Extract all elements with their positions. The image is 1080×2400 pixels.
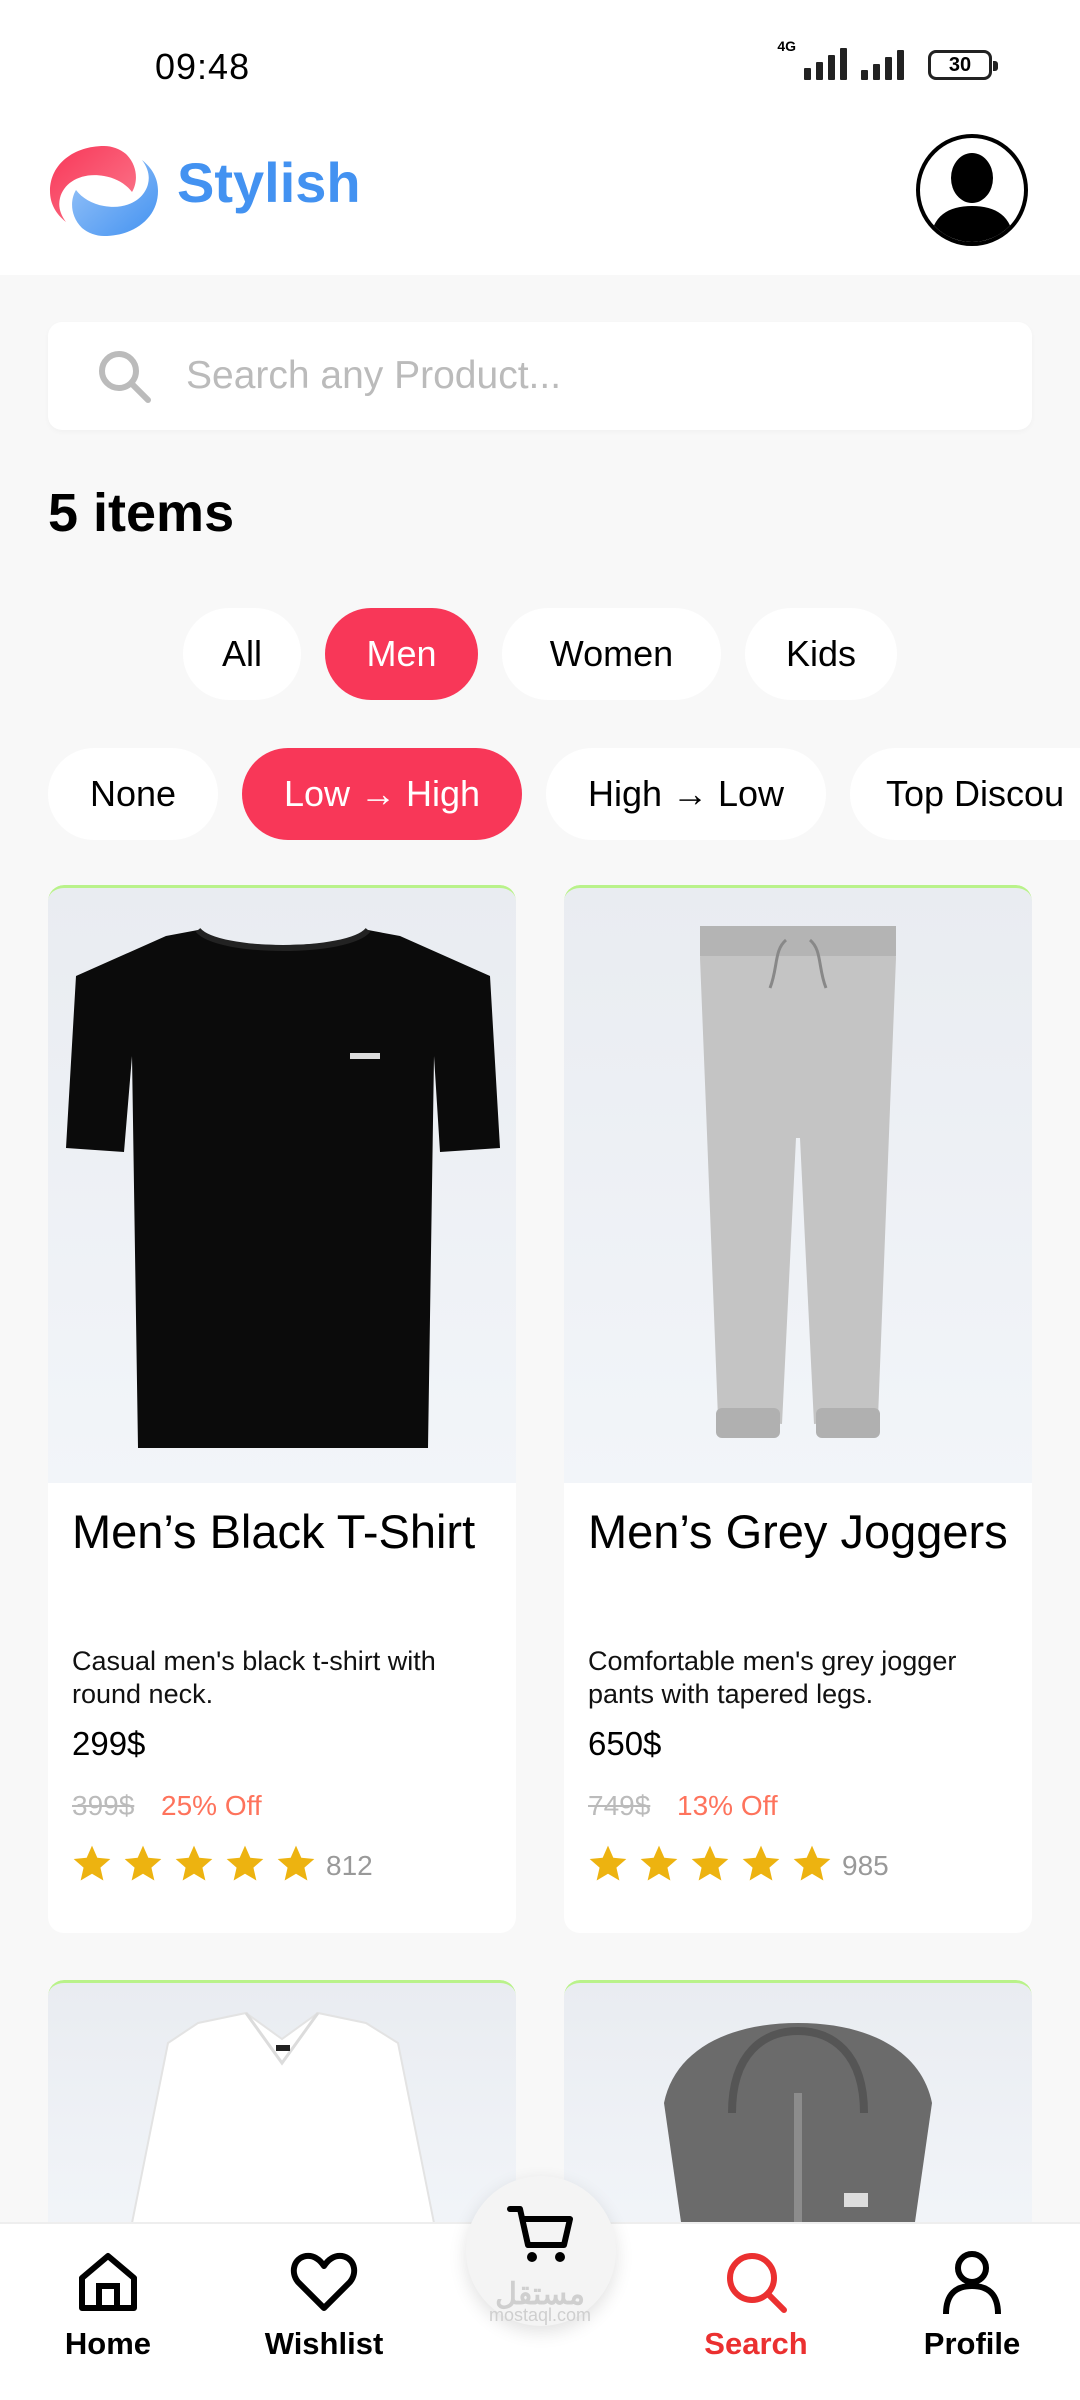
star-icon bbox=[277, 1845, 315, 1881]
product-card[interactable]: Men’s Black T-Shirt Casual men's black t… bbox=[48, 885, 516, 1933]
nav-label: Home bbox=[64, 2326, 152, 2361]
product-image bbox=[48, 885, 516, 1483]
hoodie-image bbox=[664, 2023, 932, 2240]
rating-count: 812 bbox=[326, 1850, 373, 1881]
network-type: 4G bbox=[777, 38, 796, 54]
product-image bbox=[48, 1980, 516, 2240]
star-icon bbox=[742, 1845, 780, 1881]
nav-profile[interactable]: Profile bbox=[892, 2246, 1052, 2362]
battery-icon: 30 bbox=[928, 50, 998, 80]
nav-label: Search bbox=[704, 2326, 808, 2361]
joggers-image bbox=[700, 926, 896, 1438]
nav-label: Wishlist bbox=[264, 2326, 384, 2361]
watermark: مستقل mostaql.com bbox=[470, 2278, 610, 2326]
nav-search[interactable]: Search bbox=[676, 2246, 836, 2362]
filter-chip-men[interactable]: Men bbox=[325, 608, 478, 700]
sort-chip-low-high[interactable]: Low → High bbox=[242, 748, 522, 840]
watermark-arabic: مستقل bbox=[495, 2278, 585, 2311]
rating-stars bbox=[70, 1842, 318, 1886]
filter-chip-women[interactable]: Women bbox=[502, 608, 721, 700]
search-icon bbox=[727, 2253, 787, 2313]
product-discount: 25% Off bbox=[161, 1790, 262, 1821]
watermark-latin: mostaql.com bbox=[488, 2305, 592, 2325]
filter-chip-all[interactable]: All bbox=[183, 608, 301, 700]
product-old-price: 749$ bbox=[588, 1790, 651, 1821]
star-icon bbox=[124, 1845, 162, 1881]
product-card[interactable]: Men’s Grey Joggers Comfortable men's gre… bbox=[564, 885, 1032, 1933]
status-icons: 4G 30 bbox=[777, 38, 998, 80]
home-icon bbox=[79, 2253, 137, 2311]
product-image bbox=[564, 885, 1032, 1483]
nav-wishlist[interactable]: Wishlist bbox=[244, 2246, 404, 2362]
status-bar: 09:48 4G 30 bbox=[0, 0, 1080, 110]
status-time: 09:48 bbox=[155, 46, 251, 87]
avatar[interactable] bbox=[916, 134, 1028, 246]
product-old-price: 399$ bbox=[72, 1790, 135, 1821]
profile-icon bbox=[943, 2251, 1001, 2315]
sort-chip-none[interactable]: None bbox=[48, 748, 218, 840]
cart-icon bbox=[507, 2206, 573, 2262]
search-input[interactable] bbox=[186, 322, 986, 430]
tshirt-image bbox=[66, 927, 500, 1448]
product-price: 299$ bbox=[72, 1725, 146, 1762]
heart-icon bbox=[290, 2252, 358, 2311]
signal-icon-2 bbox=[861, 48, 904, 80]
sort-chip-top-discount[interactable]: Top Discou bbox=[850, 748, 1080, 840]
product-card[interactable] bbox=[48, 1980, 516, 2240]
product-description: Comfortable men's grey jogger pants with… bbox=[588, 1646, 957, 1709]
app-title: Stylish bbox=[177, 151, 361, 214]
product-title: Men’s Black T-Shirt bbox=[72, 1505, 476, 1558]
battery-level: 30 bbox=[948, 53, 972, 76]
product-discount: 13% Off bbox=[677, 1790, 778, 1821]
product-image bbox=[564, 1980, 1032, 2240]
search-icon bbox=[99, 351, 151, 403]
product-card[interactable] bbox=[564, 1980, 1032, 2240]
star-icon bbox=[589, 1845, 627, 1881]
nav-label: Profile bbox=[923, 2326, 1021, 2361]
star-icon bbox=[73, 1845, 111, 1881]
star-icon bbox=[640, 1845, 678, 1881]
white-shirt-image bbox=[127, 2011, 439, 2240]
search-bar[interactable] bbox=[48, 322, 1032, 430]
star-icon bbox=[691, 1845, 729, 1881]
rating-stars bbox=[586, 1842, 834, 1886]
product-title: Men’s Grey Joggers bbox=[588, 1505, 1008, 1558]
signal-icon bbox=[804, 48, 847, 80]
product-price: 650$ bbox=[588, 1725, 662, 1762]
star-icon bbox=[793, 1845, 831, 1881]
rating-count: 985 bbox=[842, 1850, 889, 1881]
user-silhouette-icon bbox=[930, 153, 1014, 242]
star-icon bbox=[226, 1845, 264, 1881]
items-count: 5 items bbox=[48, 483, 235, 543]
nav-home[interactable]: Home bbox=[28, 2246, 188, 2362]
filter-chip-kids[interactable]: Kids bbox=[745, 608, 897, 700]
logo-icon bbox=[50, 146, 158, 236]
sort-chip-high-low[interactable]: High → Low bbox=[546, 748, 826, 840]
star-icon bbox=[175, 1845, 213, 1881]
product-description: Casual men's black t-shirt with round ne… bbox=[72, 1646, 436, 1709]
app-header: Stylish bbox=[0, 110, 1080, 275]
